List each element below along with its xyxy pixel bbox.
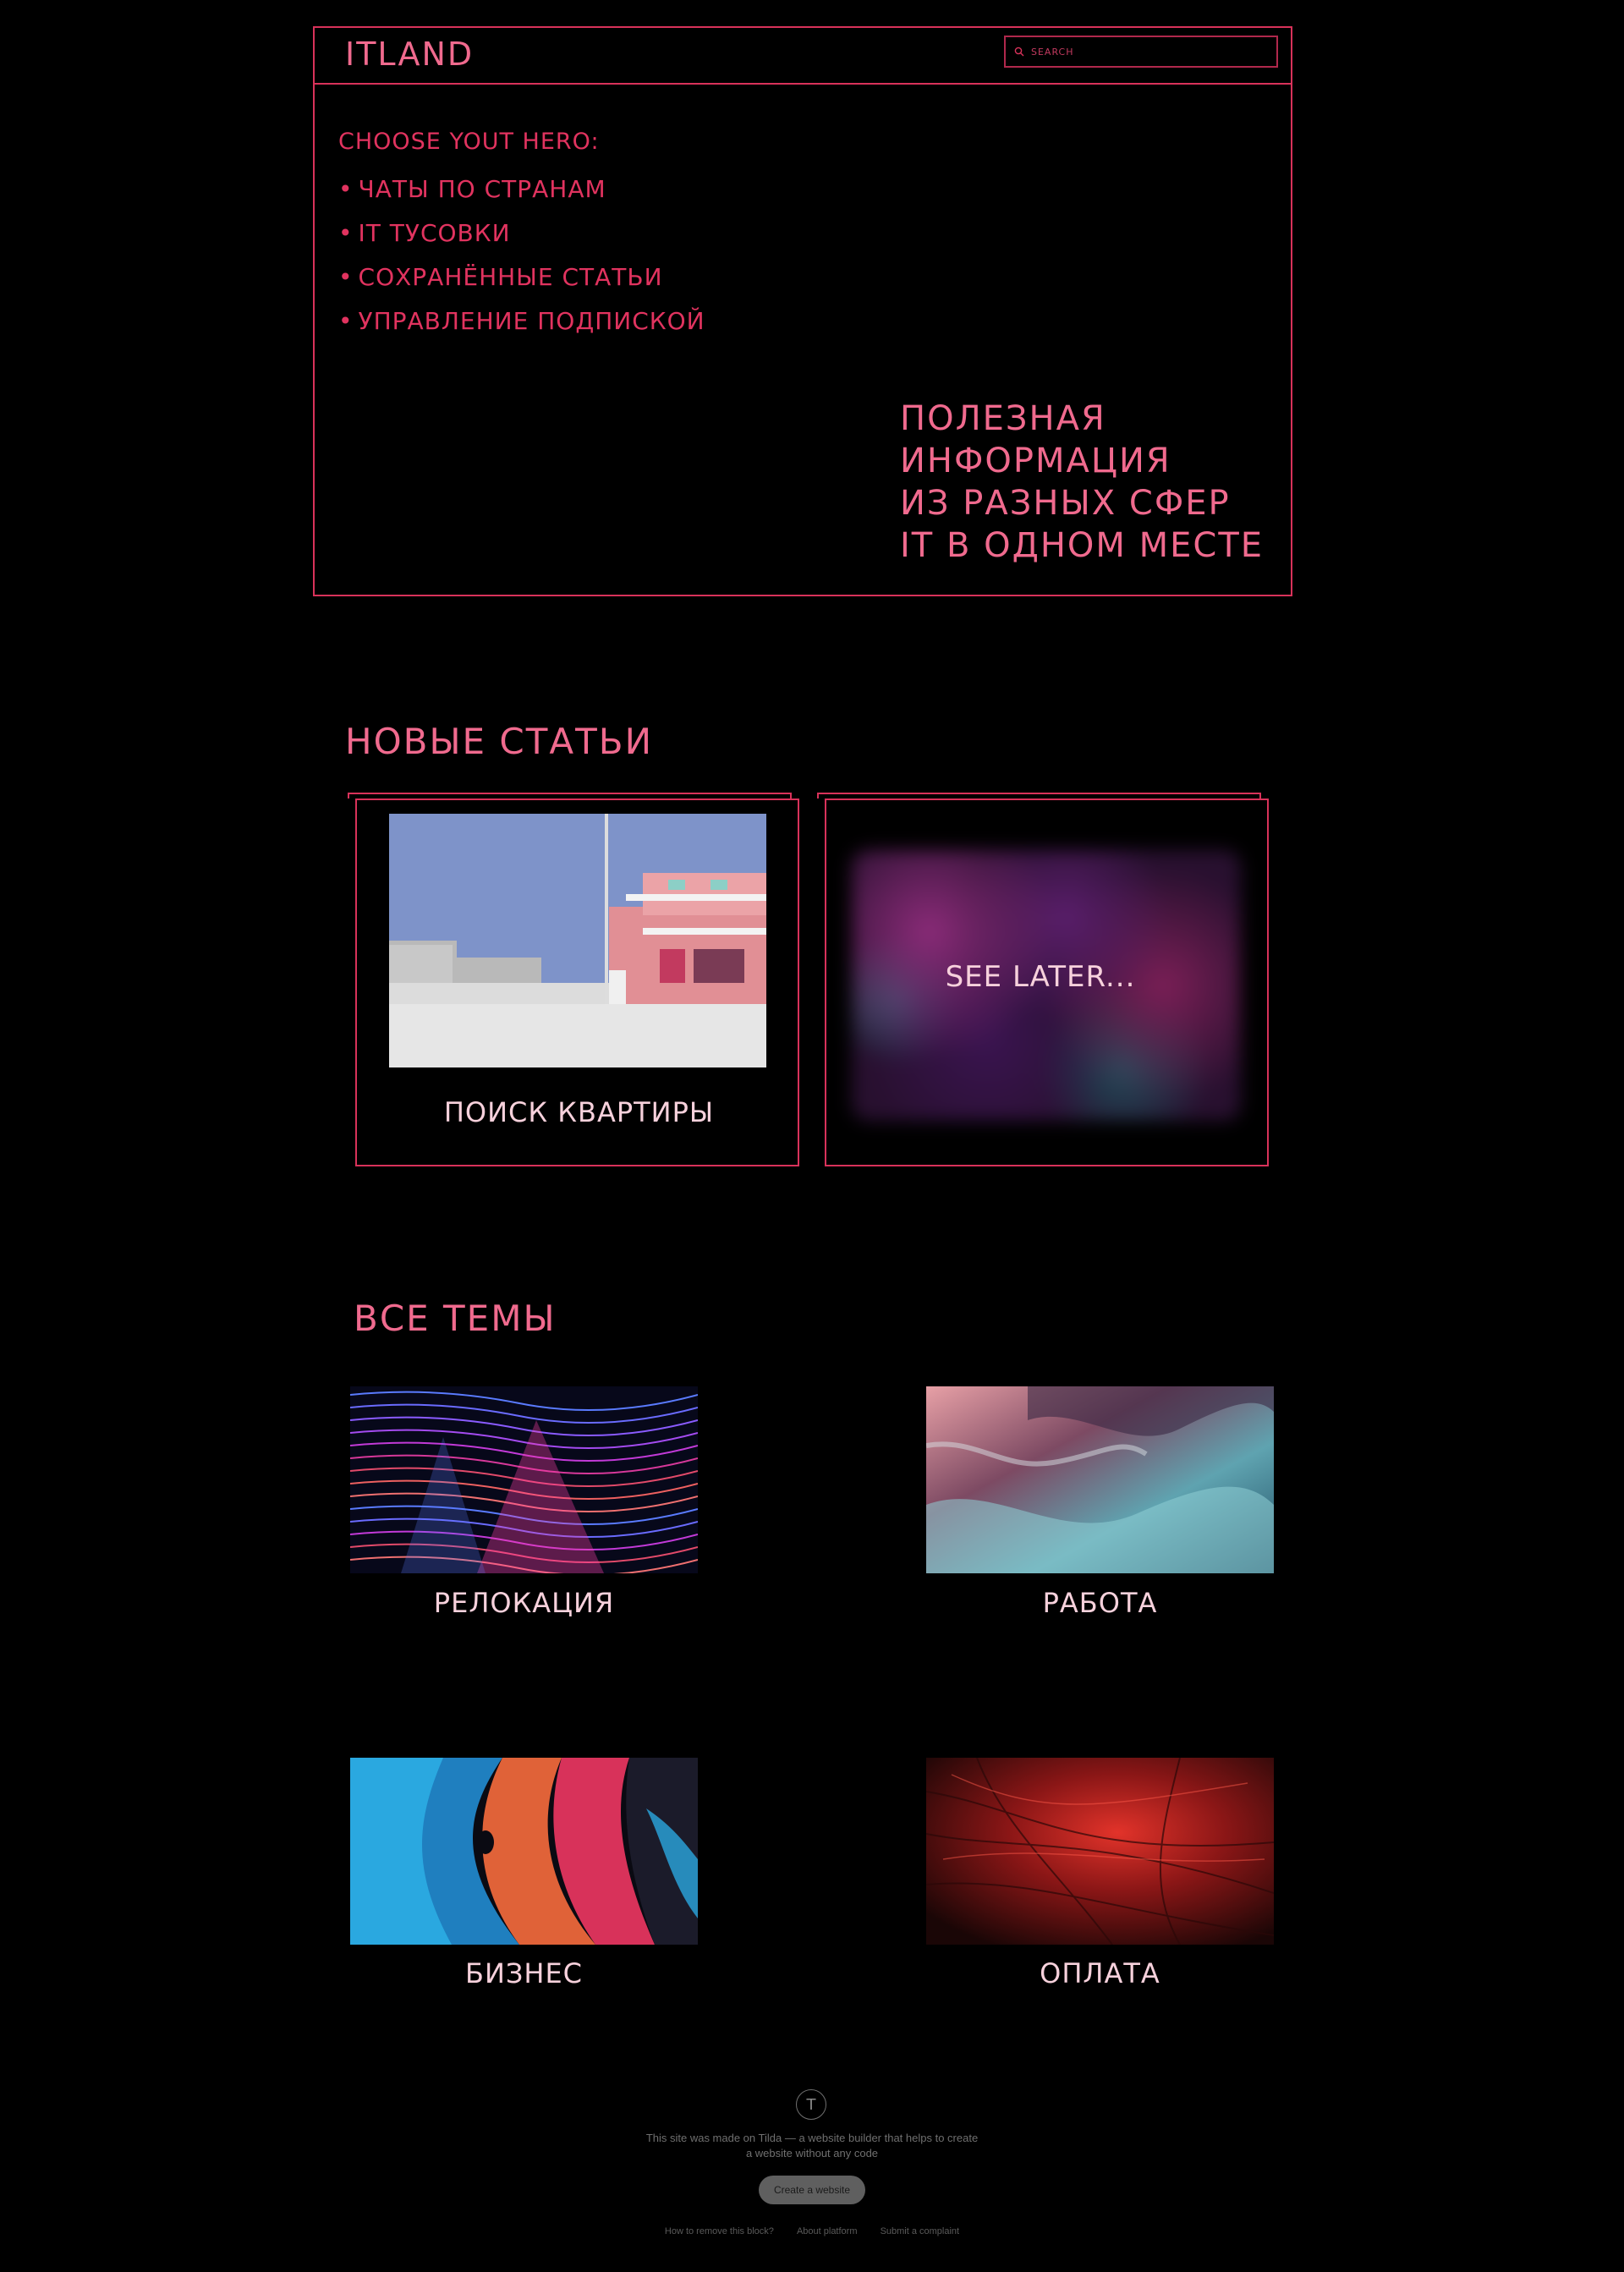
footer-made-with-text: This site was made on Tilda — a website …	[645, 2132, 979, 2159]
business-image	[350, 1758, 698, 1945]
search-icon	[1014, 47, 1024, 57]
topic-caption: ОПЛАТА	[1040, 1957, 1160, 1989]
create-website-button[interactable]: Create a website	[759, 2176, 865, 2204]
search-box[interactable]	[1004, 36, 1278, 68]
menu-title: CHOOSE YOUT HERO:	[338, 129, 600, 155]
topic-caption: РЕЛОКАЦИЯ	[433, 1587, 615, 1619]
topic-tile-relocation[interactable]	[350, 1386, 698, 1573]
tilda-logo-letter: T	[806, 2095, 816, 2114]
tagline-line: IT В ОДНОМ МЕСТЕ	[900, 526, 1265, 565]
card-top-line	[348, 793, 792, 798]
new-articles-title: НОВЫЕ СТАТЬИ	[345, 721, 653, 762]
menu-item-saved-articles[interactable]: СОХРАНЁННЫЕ СТАТЬИ	[338, 261, 705, 305]
footer-link-submit-complaint[interactable]: Submit a complaint	[881, 2226, 960, 2236]
topic-tile-work[interactable]	[926, 1386, 1274, 1573]
tagline-line: ИНФОРМАЦИЯ	[900, 442, 1171, 480]
tagline-line: ПОЛЕЗНАЯ	[900, 399, 1106, 438]
work-image	[926, 1386, 1274, 1573]
card-top-line	[817, 793, 1261, 798]
search-input[interactable]	[1031, 46, 1251, 58]
menu-item-it-events[interactable]: IT ТУСОВКИ	[338, 217, 705, 261]
topic-caption: РАБОТА	[1042, 1587, 1158, 1619]
apartment-image	[389, 814, 766, 1067]
footer-links: How to remove this block? About platform…	[592, 2226, 1032, 2236]
tilda-logo-icon[interactable]: T	[796, 2089, 826, 2120]
footer-link-remove-block[interactable]: How to remove this block?	[665, 2226, 774, 2236]
tagline-line: ИЗ РАЗНЫХ СФЕР	[900, 484, 1231, 523]
site-logo[interactable]: ITLAND	[345, 30, 474, 78]
footer-link-about-platform[interactable]: About platform	[797, 2226, 858, 2236]
payment-image	[926, 1758, 1274, 1945]
topic-tile-payment[interactable]	[926, 1758, 1274, 1945]
menu-item-country-chats[interactable]: ЧАТЫ ПО СТРАНАМ	[338, 173, 705, 217]
article-card-apartment[interactable]: ПОИСК КВАРТИРЫ	[355, 798, 799, 1166]
article-card-caption: ПОИСК КВАРТИРЫ	[443, 1096, 715, 1128]
topic-tile-business[interactable]	[350, 1758, 698, 1945]
relocation-image	[350, 1386, 698, 1573]
topic-caption: БИЗНЕС	[464, 1957, 584, 1989]
menu-item-subscription[interactable]: УПРАВЛЕНИЕ ПОДПИСКОЙ	[338, 305, 705, 348]
hero-tagline: ПОЛЕЗНАЯ ИНФОРМАЦИЯ ИЗ РАЗНЫХ СФЕР IT В …	[900, 398, 1272, 567]
hero-menu: ЧАТЫ ПО СТРАНАМ IT ТУСОВКИ СОХРАНЁННЫЕ С…	[338, 173, 705, 348]
see-later-label: SEE LATER...	[945, 960, 1136, 994]
topics-title: ВСЕ ТЕМЫ	[354, 1298, 557, 1339]
